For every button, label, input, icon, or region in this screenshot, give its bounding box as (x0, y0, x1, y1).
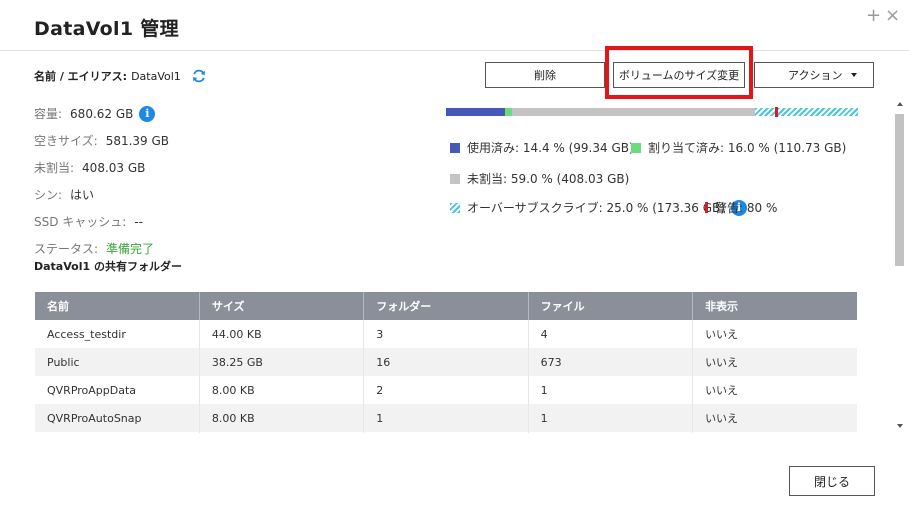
cell-size: 44.00 KB (199, 320, 365, 348)
column-header-folders[interactable]: フォルダー (363, 292, 529, 320)
cell-name: Public (35, 348, 200, 376)
close-button[interactable]: 閉じる (789, 466, 875, 496)
legend-unallocated-label: 未割当: 59.0 % (408.03 GB) (467, 172, 630, 186)
cell-size: 8.00 KB (199, 404, 365, 432)
legend-unallocated-swatch (450, 173, 460, 184)
capacity-label: 容量: (34, 107, 63, 121)
table-row[interactable]: Public 38.25 GB 16 673 いいえ (35, 348, 857, 376)
capacity-value: 680.62 GB (70, 106, 134, 121)
table-row[interactable]: QVRProAppData 8.00 KB 2 1 いいえ (35, 376, 857, 404)
cell-name: Access_testdir (35, 320, 200, 348)
unallocated-value: 408.03 GB (82, 160, 146, 175)
cell-hidden: いいえ (705, 328, 739, 341)
shared-folders-table: 名前 サイズ フォルダー ファイル 非表示 Access_testdir 44.… (35, 292, 857, 433)
volume-info-list: 容量: 680.62 GB i 空きサイズ: 581.39 GB 未割当: 40… (34, 100, 169, 262)
maximize-icon[interactable]: + (866, 6, 881, 26)
scroll-up-icon[interactable] (897, 102, 903, 106)
scroll-down-icon[interactable] (897, 424, 903, 428)
info-icon[interactable]: i (139, 105, 156, 122)
column-header-name[interactable]: 名前 (35, 292, 200, 320)
free-size-label: 空きサイズ: (34, 134, 98, 148)
legend-allocated-swatch (631, 142, 641, 153)
cell-hidden: いいえ (705, 384, 739, 397)
cell-folders: 3 (363, 320, 529, 348)
title-divider (0, 50, 909, 51)
legend-allocated: 割り当て済み: 16.0 % (110.73 GB) (631, 139, 846, 156)
legend-used-label: 使用済み: 14.4 % (99.34 GB) (467, 141, 634, 155)
legend-unallocated: 未割当: 59.0 % (408.03 GB) (450, 170, 629, 187)
delete-button[interactable]: 削除 (485, 62, 605, 88)
legend-warning-label: 警告: 80 % (715, 201, 778, 215)
column-header-size[interactable]: サイズ (199, 292, 365, 320)
legend-used-swatch (450, 142, 460, 153)
scrollbar[interactable] (893, 94, 908, 434)
cell-files: 673 (528, 348, 694, 376)
refresh-icon[interactable] (191, 68, 207, 84)
cell-files: 4 (528, 320, 694, 348)
highlight-box (605, 46, 753, 99)
ssd-cache-label: SSD キャッシュ: (34, 215, 127, 229)
ssd-cache-value: -- (134, 214, 144, 229)
legend-allocated-label: 割り当て済み: 16.0 % (110.73 GB) (648, 141, 847, 155)
shared-folders-title: DataVol1 の共有フォルダー (34, 260, 182, 273)
cell-files (528, 432, 694, 433)
dialog-title: DataVol1 管理 (34, 18, 179, 40)
cell-folders: 2 (363, 376, 529, 404)
thin-row: シン: はい (34, 181, 169, 208)
usage-segment-allocated (505, 108, 512, 116)
close-icon[interactable]: × (885, 6, 900, 26)
cell-hidden: いいえ (692, 348, 857, 376)
usage-segment-oversubscribed (755, 108, 858, 116)
thin-label: シン: (34, 188, 63, 202)
column-header-files[interactable]: ファイル (528, 292, 694, 320)
column-header-hidden[interactable]: 非表示 (692, 292, 857, 320)
capacity-row: 容量: 680.62 GB i (34, 100, 169, 127)
cell-size (199, 432, 365, 433)
usage-bar (446, 107, 858, 117)
status-value: 準備完了 (106, 242, 155, 256)
status-label: ステータス: (34, 242, 99, 256)
action-dropdown[interactable]: アクション (754, 62, 874, 88)
legend-warning-swatch (705, 202, 708, 213)
cell-folders: 1 (363, 404, 529, 432)
cell-hidden: いいえ (692, 404, 857, 432)
free-size-row: 空きサイズ: 581.39 GB (34, 127, 169, 154)
volume-name-value: DataVol1 (131, 69, 181, 83)
cell-hidden (693, 432, 857, 433)
free-size-value: 581.39 GB (105, 133, 170, 148)
ssd-cache-row: SSD キャッシュ: -- (34, 208, 169, 235)
usage-warning-marker (775, 107, 778, 117)
caret-down-icon (851, 73, 857, 77)
legend-oversubscribed: オーバーサブスクライブ: 25.0 % (173.36 GB) i (450, 199, 747, 216)
legend-oversubscribed-swatch (450, 202, 460, 213)
cell-size: 8.00 KB (199, 376, 365, 404)
thin-value: はい (70, 188, 95, 202)
volume-name-label: 名前 / エイリアス: (34, 70, 128, 83)
cell-files: 1 (528, 376, 694, 404)
table-row[interactable] (35, 432, 857, 433)
legend-used: 使用済み: 14.4 % (99.34 GB) (450, 139, 634, 156)
table-header-row: 名前 サイズ フォルダー ファイル 非表示 (35, 292, 857, 320)
cell-name (35, 432, 200, 433)
cell-name: QVRProAppData (35, 376, 200, 404)
unallocated-row: 未割当: 408.03 GB (34, 154, 169, 181)
table-row[interactable]: QVRProAutoSnap 8.00 KB 1 1 いいえ (35, 404, 857, 432)
cell-name: QVRProAutoSnap (35, 404, 200, 432)
action-dropdown-label: アクション (788, 69, 843, 82)
volume-name-row: 名前 / エイリアス: DataVol1 (34, 68, 207, 84)
unallocated-label: 未割当: (34, 161, 75, 175)
legend-warning: 警告: 80 % (705, 199, 777, 216)
cell-files: 1 (528, 404, 694, 432)
usage-segment-used (446, 108, 505, 116)
legend-oversubscribed-label: オーバーサブスクライブ: 25.0 % (173.36 GB) (467, 201, 725, 215)
cell-folders: 16 (363, 348, 529, 376)
cell-size: 38.25 GB (199, 348, 365, 376)
cell-folders (363, 432, 529, 433)
table-row[interactable]: Access_testdir 44.00 KB 3 4 いいえ (35, 320, 857, 348)
scrollbar-thumb[interactable] (895, 114, 904, 266)
